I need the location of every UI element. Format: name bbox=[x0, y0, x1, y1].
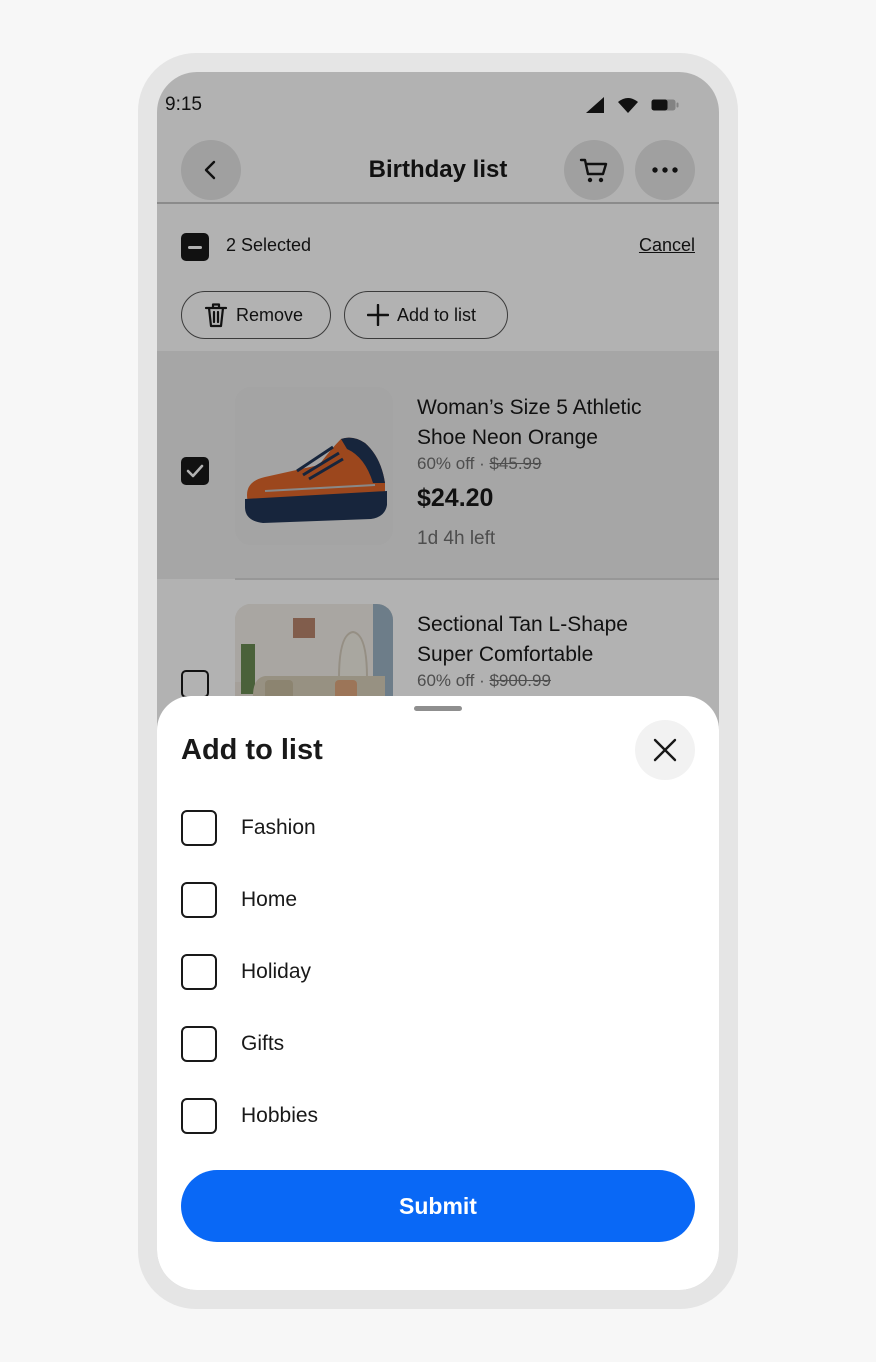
option-hobbies[interactable]: Hobbies bbox=[181, 1098, 481, 1134]
option-checkbox[interactable] bbox=[181, 1098, 217, 1134]
close-icon bbox=[653, 738, 677, 762]
option-checkbox[interactable] bbox=[181, 954, 217, 990]
option-label: Holiday bbox=[241, 960, 312, 983]
option-label: Fashion bbox=[241, 816, 316, 839]
option-label: Hobbies bbox=[241, 1104, 319, 1127]
option-fashion[interactable]: Fashion bbox=[181, 810, 481, 846]
close-button[interactable] bbox=[635, 720, 695, 780]
sheet-title: Add to list bbox=[181, 734, 323, 766]
option-label: Home bbox=[241, 888, 298, 911]
add-to-list-sheet: Add to list Fashion Home Holiday Gifts H… bbox=[157, 696, 719, 1290]
option-checkbox[interactable] bbox=[181, 1026, 217, 1062]
submit-button[interactable]: Submit bbox=[181, 1170, 695, 1242]
phone-screen: 9:15 Birthday list 2 Selected Cancel Rem… bbox=[157, 72, 719, 1290]
option-holiday[interactable]: Holiday bbox=[181, 954, 481, 990]
option-label: Gifts bbox=[241, 1032, 285, 1055]
sheet-drag-handle[interactable] bbox=[414, 706, 462, 711]
option-gifts[interactable]: Gifts bbox=[181, 1026, 481, 1062]
option-checkbox[interactable] bbox=[181, 810, 217, 846]
option-home[interactable]: Home bbox=[181, 882, 481, 918]
option-checkbox[interactable] bbox=[181, 882, 217, 918]
